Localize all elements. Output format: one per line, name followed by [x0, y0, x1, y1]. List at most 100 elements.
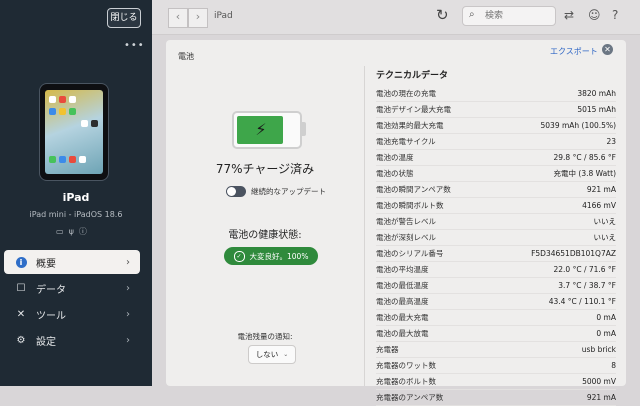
device-status-icons: ▭ψⓘ — [56, 226, 92, 237]
row-value: 29.8 °C / 85.6 °F — [553, 153, 616, 162]
help-icon[interactable]: ? — [612, 8, 618, 22]
row-key: 充電器のアンペア数 — [376, 393, 444, 402]
row-key: 充電器のボルト数 — [376, 377, 436, 386]
row-key: 電池の最大充電 — [376, 313, 429, 322]
row-key: 電池の状態 — [376, 169, 414, 178]
row-key: 電池の平均温度 — [376, 265, 429, 274]
charge-status: 77%チャージ済み — [215, 162, 315, 176]
sidebar-item-label: ツール — [36, 310, 66, 322]
battery-tip — [302, 122, 306, 136]
notify-select[interactable]: しない ⌄ — [248, 345, 296, 364]
sidebar-item-settings[interactable]: ⚙ 設定 › — [4, 328, 140, 352]
search-field[interactable]: ⌕ — [462, 6, 556, 26]
breadcrumb: iPad — [214, 11, 233, 21]
row-value: 23 — [606, 137, 616, 146]
row-key: 電池が警告レベル — [376, 217, 436, 226]
table-row: 電池充電サイクル 23 — [376, 134, 616, 150]
device-screen — [45, 90, 103, 174]
row-key: 電池の瞬間ボルト数 — [376, 201, 444, 210]
sidebar-item-label: 設定 — [36, 336, 56, 348]
row-value: 4166 mV — [582, 201, 616, 210]
refresh-icon[interactable]: ↻ — [436, 6, 449, 24]
battery-icon: ▭ — [56, 227, 69, 236]
row-value: F5D34651DB101Q7AZ — [531, 249, 616, 258]
table-row: 電池の最低温度 3.7 °C / 38.7 °F — [376, 278, 616, 294]
sidebar-item-overview[interactable]: i 概要 › — [4, 250, 140, 274]
toolbar: ‹ › iPad ↻ ⌕ ⇄ ☺ ? — [152, 0, 640, 35]
table-row: 電池の最高温度 43.4 °C / 110.1 °F — [376, 294, 616, 310]
tools-icon: ✕ — [16, 308, 26, 320]
row-value: 22.0 °C / 71.6 °F — [553, 265, 616, 274]
technical-data-list: 電池の現在の充電 3820 mAh 電池デザイン最大充電 5015 mAh 電池効果的最… — [376, 86, 616, 406]
table-row: 電池が深刻レベル いいえ — [376, 230, 616, 246]
panel-title: 電池 — [178, 52, 194, 61]
divider — [364, 66, 365, 386]
row-value: 3.7 °C / 38.7 °F — [558, 281, 616, 290]
table-row: 電池の瞬間アンペア数 921 mA — [376, 182, 616, 198]
more-options-icon[interactable]: ••• — [124, 40, 145, 51]
row-value: 921 mA — [586, 393, 616, 402]
table-row: 電池が警告レベル いいえ — [376, 214, 616, 230]
close-icon[interactable]: ✕ — [602, 44, 613, 55]
chevron-right-icon: › — [126, 282, 130, 294]
charging-bolt-icon: ⚡ — [255, 120, 267, 139]
sidebar-item-label: 概要 — [36, 258, 56, 270]
continuous-update-toggle[interactable] — [226, 186, 246, 197]
row-value: 43.4 °C / 110.1 °F — [548, 297, 616, 306]
row-key: 電池が深刻レベル — [376, 233, 436, 242]
health-title: 電池の健康状態: — [228, 230, 302, 241]
sidebar-item-label: データ — [36, 284, 66, 296]
table-row: 電池効果的最大充電 5039 mAh (100.5%) — [376, 118, 616, 134]
chevron-down-icon: ⌄ — [283, 351, 289, 358]
table-row: 充電器のボルト数 5000 mV — [376, 374, 616, 390]
account-icon[interactable]: ☺ — [588, 8, 601, 22]
chevron-right-icon: › — [126, 256, 130, 268]
row-key: 電池のシリアル番号 — [376, 249, 444, 258]
row-key: 電池の最高温度 — [376, 297, 429, 306]
device-name: iPad — [62, 191, 90, 204]
forward-button[interactable]: › — [188, 8, 208, 28]
gear-icon: ⚙ — [16, 334, 26, 346]
table-row: 電池の最大充電 0 mA — [376, 310, 616, 326]
sidebar-item-tools[interactable]: ✕ ツール › — [4, 302, 140, 326]
row-key: 電池の最大放電 — [376, 329, 429, 338]
export-link[interactable]: エクスポート — [550, 46, 598, 57]
table-row: 電池の現在の充電 3820 mAh — [376, 86, 616, 102]
technical-data-title: テクニカルデータ — [376, 71, 449, 81]
row-key: 電池効果的最大充電 — [376, 121, 444, 130]
row-key: 充電器のワット数 — [376, 361, 436, 370]
row-value: 921 mA — [586, 185, 616, 194]
sidebar-item-data[interactable]: ☐ データ › — [4, 276, 140, 300]
back-button[interactable]: ‹ — [168, 8, 188, 28]
table-row: 電池の温度 29.8 °C / 85.6 °F — [376, 150, 616, 166]
search-icon: ⌕ — [469, 9, 475, 20]
notify-select-value: しない — [255, 350, 279, 359]
search-input[interactable] — [485, 9, 549, 22]
row-value: 5000 mV — [582, 377, 616, 386]
table-row: 電池デザイン最大充電 5015 mAh — [376, 102, 616, 118]
usb-icon: ψ — [68, 227, 79, 236]
row-value: 0 mA — [596, 329, 616, 338]
row-value: いいえ — [593, 217, 617, 226]
health-badge-label: 大変良好。100% — [249, 251, 309, 261]
row-value: 8 — [611, 361, 616, 370]
row-key: 電池デザイン最大充電 — [376, 105, 451, 114]
check-icon: ✓ — [233, 250, 245, 262]
info-icon: ⓘ — [78, 227, 92, 236]
chevron-right-icon: › — [126, 308, 130, 320]
close-button[interactable]: 閉じる — [107, 8, 141, 28]
row-key: 電池の瞬間アンペア数 — [376, 185, 451, 194]
row-key: 電池の現在の充電 — [376, 89, 436, 98]
transfer-icon[interactable]: ⇄ — [564, 8, 574, 22]
sidebar: 閉じる ••• iPad iPad mini - iPadOS 18.6 ▭ψⓘ… — [0, 0, 152, 386]
continuous-update-row: 継続的なアップデート — [226, 186, 326, 197]
notify-label: 電池残量の通知: — [237, 332, 293, 341]
device-subtitle: iPad mini - iPadOS 18.6 — [29, 210, 123, 219]
table-row: 充電器のワット数 8 — [376, 358, 616, 374]
row-key: 充電器 — [376, 345, 399, 354]
battery-graphic: ⚡ — [232, 111, 302, 149]
table-row: 充電器のアンペア数 921 mA — [376, 390, 616, 406]
table-row: 電池の最大放電 0 mA — [376, 326, 616, 342]
battery-panel: 電池 エクスポート ✕ ⚡ 77%チャージ済み 継続的なアップデート 電池の健康… — [166, 40, 626, 406]
row-value: いいえ — [593, 233, 617, 242]
